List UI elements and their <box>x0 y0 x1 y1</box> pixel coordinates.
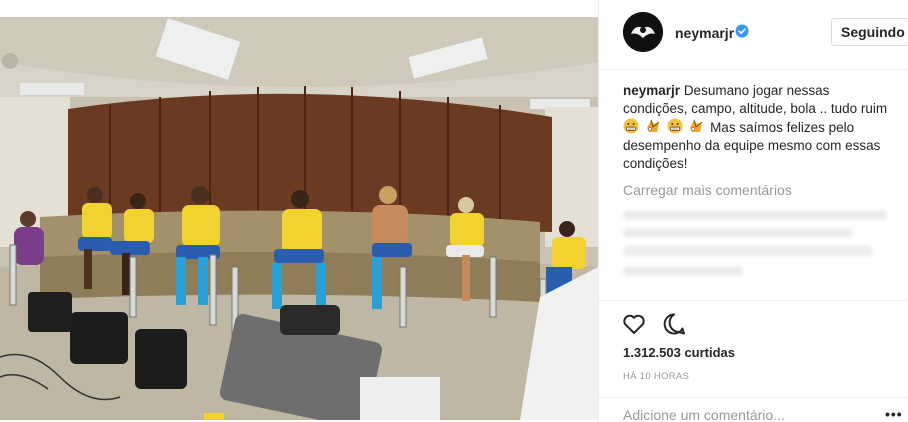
add-comment-bar: ••• <box>599 397 908 422</box>
grimacing-face-icon <box>623 118 639 134</box>
likes-count[interactable]: 1.312.503 curtidas <box>623 345 735 360</box>
post-username[interactable]: neymarjr <box>675 25 734 41</box>
broken-ball-icon <box>690 119 703 132</box>
avatar[interactable] <box>623 12 663 52</box>
more-options-icon[interactable]: ••• <box>885 406 903 422</box>
grimacing-face-icon <box>667 118 683 134</box>
following-button[interactable]: Seguindo <box>831 18 908 46</box>
post-photo[interactable] <box>0 17 598 420</box>
post-side-panel: neymarjr Seguindo neymarjr Desumano joga… <box>598 0 908 422</box>
broken-ball-icon <box>646 119 660 132</box>
blurred-comments <box>623 206 893 286</box>
caption-emojis <box>623 118 710 135</box>
avatar-logo-icon <box>623 12 663 52</box>
locker-room-photo <box>0 17 598 420</box>
post-actions-section: 1.312.503 curtidas HÁ 10 HORAS ••• <box>599 300 908 422</box>
verified-badge-icon <box>735 24 749 38</box>
heart-icon[interactable] <box>621 311 647 337</box>
comment-input[interactable] <box>623 407 863 422</box>
post-header: neymarjr Seguindo <box>599 0 908 70</box>
blurred-comment-line <box>623 246 873 256</box>
blurred-comment-line <box>623 210 887 220</box>
comment-bubble-icon[interactable] <box>661 311 687 337</box>
load-more-comments-link[interactable]: Carregar mais comentários <box>623 182 792 198</box>
post-timestamp: HÁ 10 HORAS <box>623 371 690 382</box>
blurred-comment-line <box>623 228 853 238</box>
instagram-post: neymarjr Seguindo neymarjr Desumano joga… <box>0 0 908 422</box>
blurred-comment-line <box>623 266 743 276</box>
post-caption: neymarjr Desumano jogar nessas condições… <box>623 82 893 173</box>
caption-username[interactable]: neymarjr <box>623 83 680 98</box>
